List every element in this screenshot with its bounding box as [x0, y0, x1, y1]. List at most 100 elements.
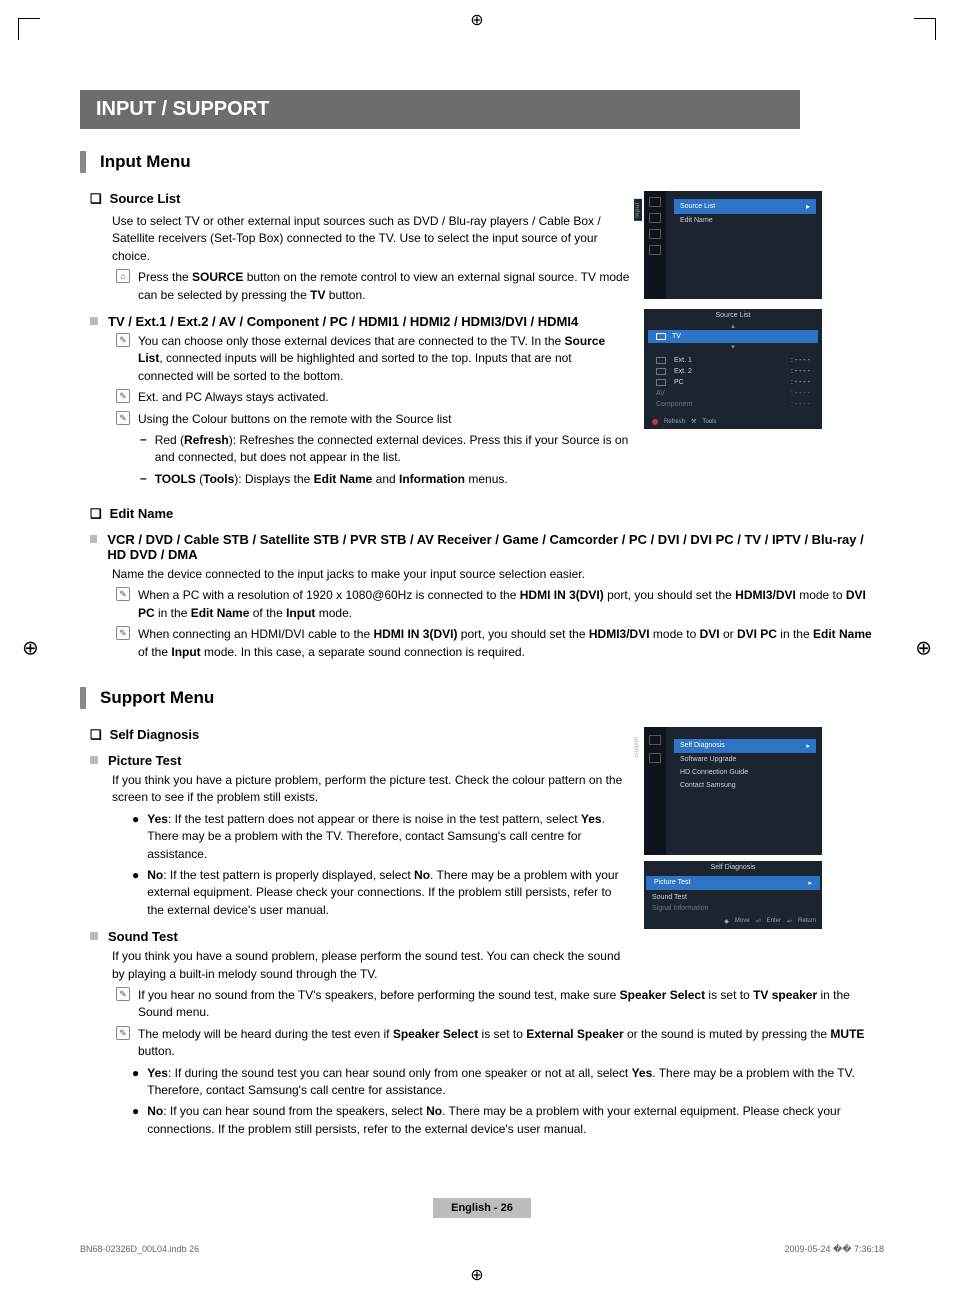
edit-name-title: Edit Name: [110, 506, 174, 521]
card-icon: [649, 229, 661, 239]
support-menu-heading: Support Menu: [80, 687, 884, 709]
outline-box-icon: ❏: [90, 727, 102, 743]
self-diagnosis-heading: ❏ Self Diagnosis: [90, 727, 630, 743]
square-bullet-icon: [90, 535, 97, 543]
remote-icon: ⌂: [116, 269, 130, 283]
square-bullet-icon: [90, 317, 98, 325]
bullet-icon: ●: [132, 1065, 139, 1100]
page-content: INPUT / SUPPORT Input Menu ❏ Source List…: [80, 90, 884, 1218]
chevron-right-icon: ▸: [806, 202, 810, 211]
edit-note1: ✎ When a PC with a resolution of 1920 x …: [116, 587, 884, 622]
osd-row-source-list: Source List▸: [674, 199, 816, 214]
dash-icon: –: [140, 471, 147, 488]
source-list-title: Source List: [110, 191, 181, 206]
question-icon: [649, 753, 661, 763]
tv-ext-heading: TV / Ext.1 / Ext.2 / AV / Component / PC…: [108, 314, 578, 329]
osd-row-edit-name: Edit Name: [674, 214, 816, 227]
picture-test-heading: Picture Test: [90, 753, 630, 768]
chevron-right-icon: ▸: [806, 742, 810, 750]
bullet-icon: ●: [132, 1103, 139, 1138]
source-note-row: ⌂ Press the SOURCE button on the remote …: [116, 269, 630, 304]
tools-icon: ⚒: [691, 418, 696, 425]
osd-row-signal-info: Signal Information: [644, 903, 822, 914]
enter-icon: ⏎: [756, 918, 761, 925]
plug-icon: [649, 213, 661, 223]
osd-source-items: Ext. 1: - - - - Ext. 2: - - - - PC: - - …: [644, 351, 822, 414]
osd-sidebar: [644, 727, 666, 855]
tv-icon: [656, 333, 666, 340]
move-icon: ◆: [724, 918, 729, 925]
osd-support-menu-thumbnail: Support Self Diagnosis▸ Software Upgrade…: [644, 727, 822, 855]
osd-row-self-diagnosis: Self Diagnosis▸: [674, 739, 816, 753]
osd-title: Self Diagnosis: [644, 861, 822, 874]
sound-note1: ✎ If you hear no sound from the TV's spe…: [116, 987, 884, 1022]
return-icon: ↩: [787, 918, 792, 925]
dash-tools: – TOOLS (Tools): Displays the Edit Name …: [140, 471, 630, 488]
note-icon: ✎: [116, 389, 130, 403]
crop-mark-tr: [914, 18, 936, 40]
osd-side-label: Input: [634, 199, 642, 221]
page-number-pill: English - 26: [433, 1198, 531, 1218]
osd-title: Source List: [644, 309, 822, 322]
note-icon: ✎: [116, 411, 130, 425]
osd-footer: Refresh ⚒Tools: [644, 414, 822, 429]
red-dot-icon: [652, 419, 658, 425]
picture-yes-bullet: ● Yes: If the test pattern does not appe…: [132, 811, 630, 863]
edit-devices-list: VCR / DVD / Cable STB / Satellite STB / …: [107, 532, 884, 562]
edit-devices-row: VCR / DVD / Cable STB / Satellite STB / …: [90, 532, 884, 562]
source-note-text: Press the SOURCE button on the remote co…: [138, 269, 630, 304]
note-icon: ✎: [116, 626, 130, 640]
sound-note2: ✎ The melody will be heard during the te…: [116, 1026, 884, 1061]
sound-test-body: If you think you have a sound problem, p…: [112, 948, 630, 983]
support-menu-label: Support Menu: [100, 688, 214, 708]
dash-icon: –: [140, 432, 147, 467]
chevron-right-icon: ▸: [808, 879, 812, 887]
note-icon: ✎: [116, 987, 130, 1001]
sound-no-bullet: ● No: If you can hear sound from the spe…: [132, 1103, 884, 1138]
heading-accent-bar: [80, 687, 86, 709]
source-list-heading: ❏ Source List: [90, 191, 630, 207]
gear-icon: [649, 197, 661, 207]
osd-footer: ◆Move ⏎Enter ↩Return: [644, 914, 822, 929]
tv-icon: [649, 735, 661, 745]
edit-note2: ✎ When connecting an HDMI/DVI cable to t…: [116, 626, 884, 661]
picture-no-bullet: ● No: If the test pattern is properly di…: [132, 867, 630, 919]
square-bullet-icon: [90, 932, 98, 940]
registration-mark-right: ⊕: [915, 635, 932, 660]
crop-mark-tl: [18, 18, 40, 40]
osd-sidebar: [644, 191, 666, 299]
osd-side-label: Support: [634, 737, 640, 758]
source-list-description: Use to select TV or other external input…: [112, 213, 630, 265]
input-menu-heading: Input Menu: [80, 151, 884, 173]
tv-ext-note3: ✎ Using the Colour buttons on the remote…: [116, 411, 630, 428]
osd-row-sw-upgrade: Software Upgrade: [674, 753, 816, 766]
page-footer: English - 26: [80, 1198, 884, 1218]
sound-test-heading: Sound Test: [90, 929, 630, 944]
registration-mark-top: ⊕: [470, 10, 483, 30]
osd-row-picture-test: Picture Test▸: [646, 876, 820, 890]
osd-selected-tv: TV: [648, 330, 818, 343]
sound-yes-bullet: ● Yes: If during the sound test you can …: [132, 1065, 884, 1100]
note-icon: ✎: [116, 1026, 130, 1040]
section-title-bar: INPUT / SUPPORT: [80, 90, 800, 129]
tv-ext-heading-row: TV / Ext.1 / Ext.2 / AV / Component / PC…: [90, 314, 630, 329]
print-meta-line: BN68-02326D_00L04.indb 26 2009-05-24 �� …: [0, 1238, 954, 1255]
tv-ext-note1: ✎ You can choose only those external dev…: [116, 333, 630, 385]
tv-ext-note2: ✎ Ext. and PC Always stays activated.: [116, 389, 630, 406]
outline-box-icon: ❏: [90, 191, 102, 207]
osd-self-diagnosis-thumbnail: Self Diagnosis Picture Test▸ Sound Test …: [644, 861, 822, 929]
osd-input-menu-thumbnail: Input Source List▸ Edit Name: [644, 191, 822, 299]
app-icon: [649, 245, 661, 255]
osd-row-sound-test: Sound Test: [644, 892, 822, 903]
bullet-icon: ●: [132, 811, 139, 863]
indb-filename: BN68-02326D_00L04.indb 26: [80, 1244, 199, 1255]
osd-source-list-thumbnail: Source List ▴ TV ▾ Ext. 1: - - - - Ext. …: [644, 309, 822, 429]
osd-row-hd-guide: HD Connection Guide: [674, 766, 816, 779]
registration-mark-bottom: ⊕: [470, 1265, 483, 1285]
bullet-icon: ●: [132, 867, 139, 919]
note-icon: ✎: [116, 587, 130, 601]
dash-refresh: – Red (Refresh): Refreshes the connected…: [140, 432, 630, 467]
picture-test-body: If you think you have a picture problem,…: [112, 772, 630, 807]
edit-name-heading: ❏ Edit Name: [90, 506, 884, 522]
input-menu-label: Input Menu: [100, 152, 191, 172]
